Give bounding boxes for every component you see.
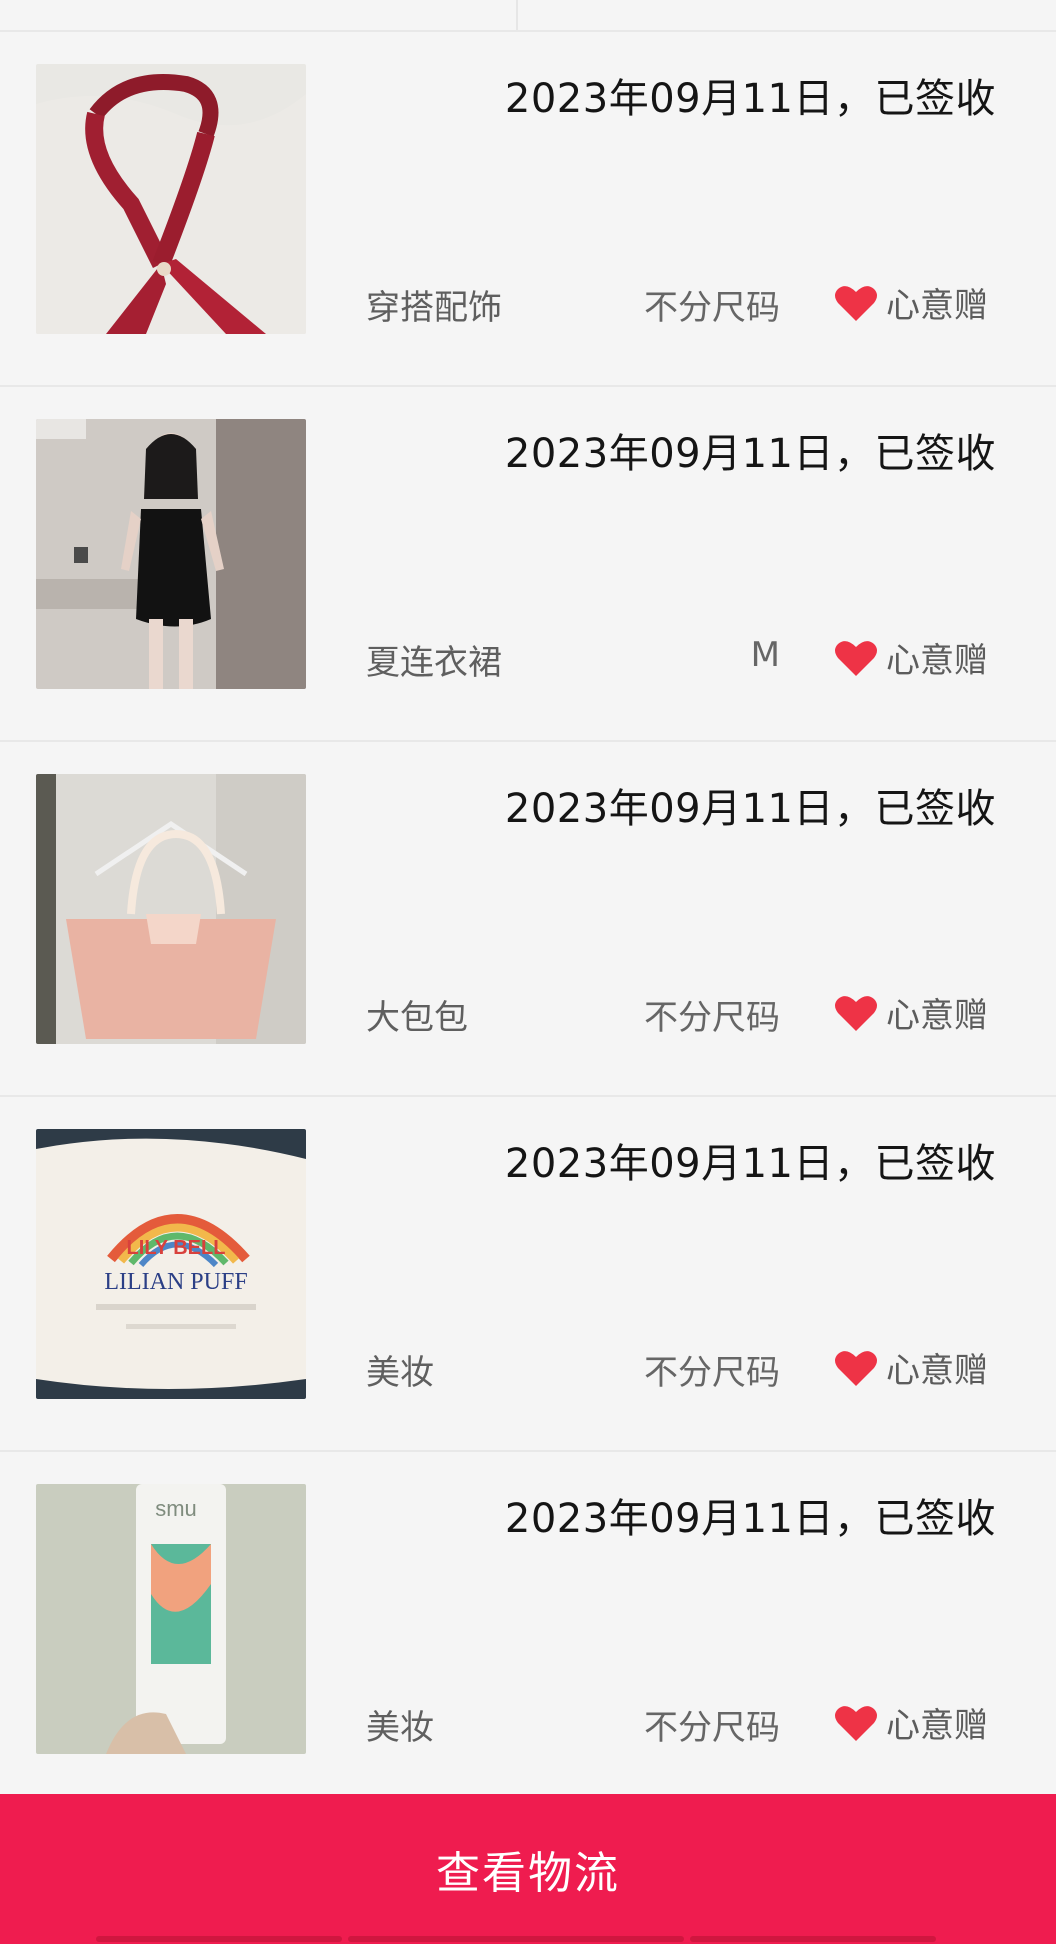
- gift-tag-label: 心意赠: [886, 1706, 988, 1746]
- pink-tote-bag-image[interactable]: [36, 774, 306, 1044]
- item-category: 穿搭配饰: [366, 288, 502, 328]
- tab-divider: [516, 0, 518, 30]
- heart-icon: [835, 1350, 877, 1386]
- lilian-puff-logo: LILIAN PUFF: [104, 1269, 247, 1295]
- view-logistics-label: 查看物流: [436, 1848, 620, 1899]
- delivery-date: 2023年09月11日，已签收: [504, 1141, 996, 1187]
- gift-tag: 心意赠: [834, 1698, 988, 1747]
- red-bow-tie-image[interactable]: [36, 64, 306, 334]
- item-size: 不分尺码: [644, 1708, 780, 1748]
- cotton-pads-bag-image[interactable]: LILY BELL LILIAN PUFF: [36, 1129, 306, 1399]
- list-item[interactable]: 2023年09月11日，已签收 夏连衣裙 M 心意赠: [0, 387, 1056, 742]
- gift-tag-label: 心意赠: [886, 286, 988, 326]
- gift-tag: 心意赠: [834, 988, 988, 1037]
- order-list-page: 2023年09月11日，已签收 穿搭配饰 不分尺码 心意赠 2023年09月11…: [0, 0, 1056, 1944]
- item-size: M: [750, 635, 780, 675]
- list-item[interactable]: 2023年09月11日，已签收 大包包 不分尺码 心意赠: [0, 742, 1056, 1097]
- gift-tag-label: 心意赠: [886, 641, 988, 681]
- delivery-date: 2023年09月11日，已签收: [504, 786, 996, 832]
- gift-tag: 心意赠: [834, 633, 988, 682]
- gift-tag: 心意赠: [834, 1343, 988, 1392]
- delivery-date: 2023年09月11日，已签收: [504, 1496, 996, 1542]
- item-size: 不分尺码: [644, 998, 780, 1038]
- gift-tag-label: 心意赠: [886, 1351, 988, 1391]
- view-logistics-button[interactable]: 查看物流: [0, 1794, 1056, 1944]
- item-size: 不分尺码: [644, 1353, 780, 1393]
- bottom-indicator: [0, 1934, 1056, 1944]
- top-tab-strip: [0, 0, 1056, 32]
- heart-icon: [835, 1705, 877, 1741]
- gift-tag: 心意赠: [834, 278, 988, 327]
- smu-logo: smu: [155, 1496, 197, 1521]
- item-category: 夏连衣裙: [366, 643, 502, 683]
- heart-icon: [835, 285, 877, 321]
- heart-icon: [835, 995, 877, 1031]
- item-category: 美妆: [366, 1708, 434, 1748]
- lily-bell-logo: LILY BELL: [127, 1237, 226, 1259]
- heart-icon: [835, 640, 877, 676]
- black-dress-image[interactable]: [36, 419, 306, 689]
- delivery-date: 2023年09月11日，已签收: [504, 76, 996, 122]
- skincare-tube-image[interactable]: smu: [36, 1484, 306, 1754]
- item-list: 2023年09月11日，已签收 穿搭配饰 不分尺码 心意赠 2023年09月11…: [0, 32, 1056, 1807]
- gift-tag-label: 心意赠: [886, 996, 988, 1036]
- item-category: 大包包: [366, 998, 468, 1038]
- list-item[interactable]: smu 2023年09月11日，已签收 美妆 不分尺码 心意赠: [0, 1452, 1056, 1807]
- list-item[interactable]: LILY BELL LILIAN PUFF 2023年09月11日，已签收 美妆…: [0, 1097, 1056, 1452]
- item-category: 美妆: [366, 1353, 434, 1393]
- item-size: 不分尺码: [644, 288, 780, 328]
- list-item[interactable]: 2023年09月11日，已签收 穿搭配饰 不分尺码 心意赠: [0, 32, 1056, 387]
- delivery-date: 2023年09月11日，已签收: [504, 431, 996, 477]
